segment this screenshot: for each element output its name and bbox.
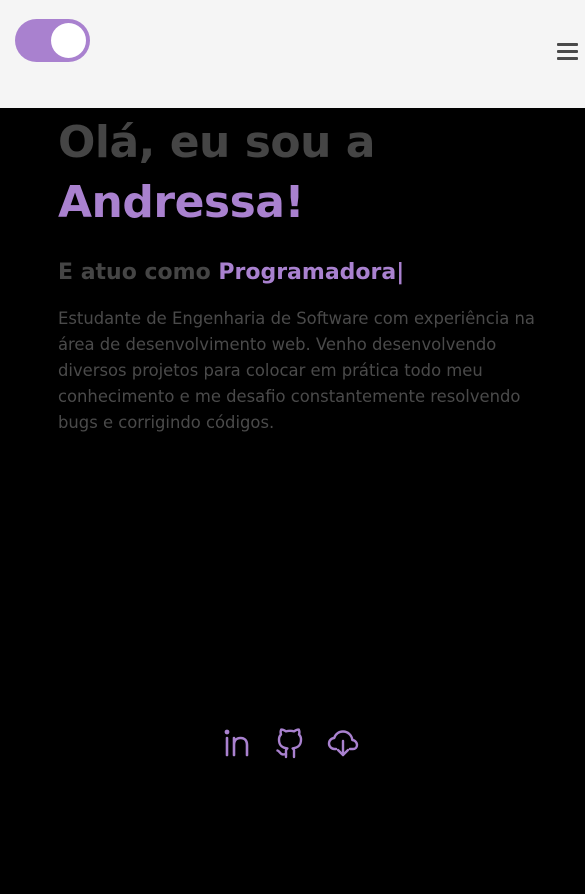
top-bar bbox=[0, 0, 585, 108]
hero-title: Olá, eu sou a Andressa! bbox=[58, 113, 548, 233]
role-prefix: E atuo como bbox=[58, 260, 211, 285]
toggle-knob bbox=[51, 23, 86, 58]
theme-toggle[interactable] bbox=[15, 19, 90, 62]
menu-line bbox=[557, 57, 578, 60]
social-links bbox=[220, 726, 359, 760]
role-typed: Programadora| bbox=[218, 260, 405, 285]
github-icon[interactable] bbox=[273, 726, 306, 760]
role-line: E atuo como Programadora| bbox=[58, 258, 404, 288]
hamburger-icon[interactable] bbox=[557, 42, 578, 60]
hero-name: Andressa! bbox=[58, 177, 305, 228]
linkedin-icon[interactable] bbox=[220, 726, 253, 760]
download-cloud-icon[interactable] bbox=[326, 726, 359, 760]
menu-line bbox=[557, 43, 578, 46]
menu-line bbox=[557, 50, 578, 53]
hero-description: Estudante de Engenharia de Software com … bbox=[58, 309, 535, 432]
hero-section: Olá, eu sou a Andressa! bbox=[58, 113, 548, 233]
hero-greeting: Olá, eu sou a bbox=[58, 117, 375, 168]
